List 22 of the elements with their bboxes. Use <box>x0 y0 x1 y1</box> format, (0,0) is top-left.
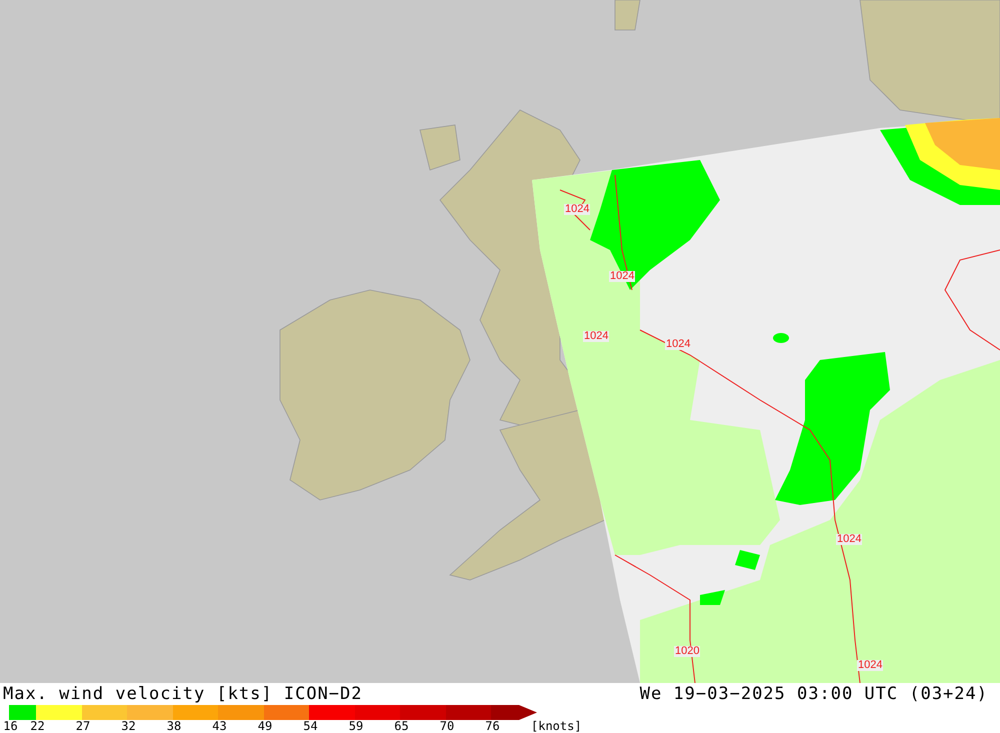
isobar-label: 1024 <box>564 204 590 215</box>
scale-tick-label: 27 <box>76 720 90 733</box>
scale-tick-label: 59 <box>348 720 364 733</box>
scale-tick-label: 32 <box>121 720 136 733</box>
isobar-label: 1020 <box>674 646 700 657</box>
unit-label: [knots] <box>531 720 582 733</box>
scale-tick-label: 65 <box>394 720 409 733</box>
isobar-label: 1024 <box>857 660 884 671</box>
scale-tick-label: 54 <box>303 720 318 733</box>
valid-time: We 19−03−2025 03:00 UTC (03+24) <box>640 684 988 704</box>
map-title: Max. wind velocity [kts] ICON−D2 <box>3 684 363 704</box>
isobar-label: 1024 <box>583 331 610 342</box>
scale-tick-label: 76 <box>485 720 500 733</box>
scale-tick-label: 16 <box>3 720 18 733</box>
isobar-label: 1024 <box>665 339 692 350</box>
isobar-label: 1024 <box>609 271 636 282</box>
scale-tick-label: 49 <box>258 720 272 733</box>
scale-tick-label: 43 <box>212 720 227 733</box>
scale-tick-label: 70 <box>440 720 454 733</box>
scale-tick-label: 38 <box>166 720 182 733</box>
isobar-label: 1024 <box>836 534 862 545</box>
scale-tick-label: 22 <box>30 720 45 733</box>
